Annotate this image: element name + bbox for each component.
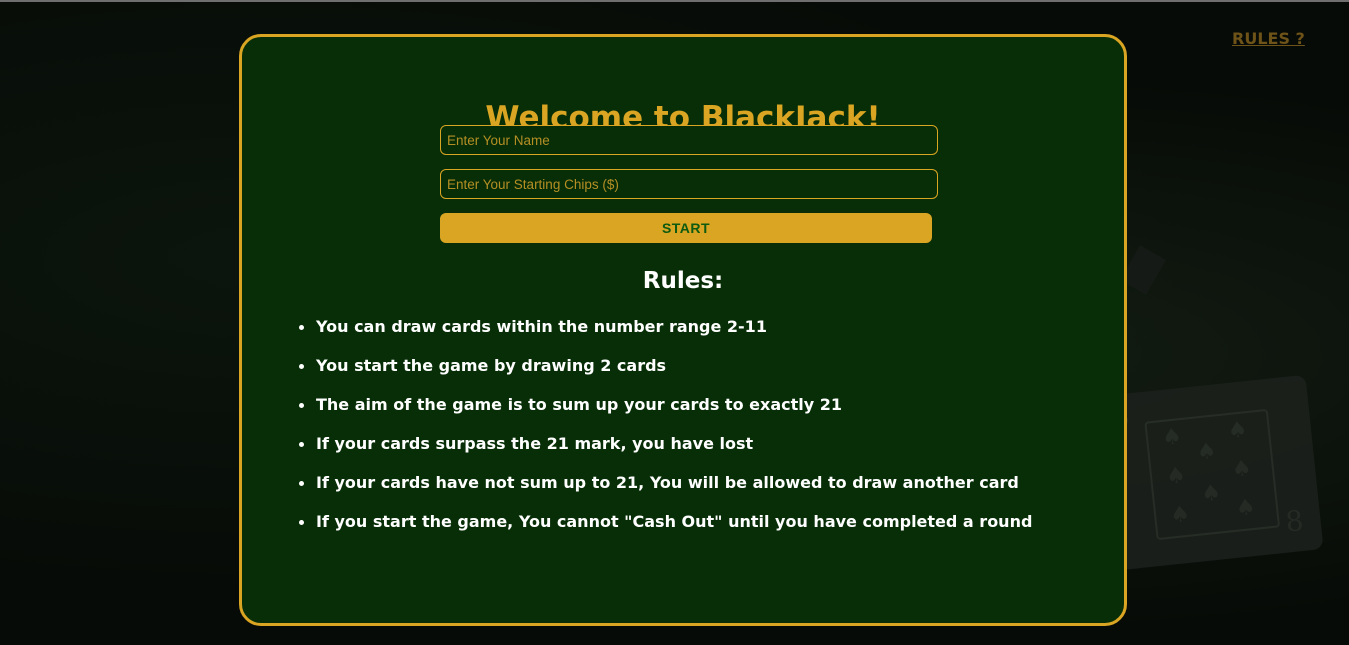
rules-link[interactable]: RULES ? xyxy=(1232,29,1305,48)
card-rank-icon: 8 xyxy=(1283,503,1306,539)
start-button[interactable]: START xyxy=(440,213,932,243)
card-face: ♠ ♠ ♠ ♠ ♠ ♠ ♠ ♠ xyxy=(1144,408,1281,541)
rule-item: The aim of the game is to sum up your ca… xyxy=(299,395,1032,434)
rules-heading: Rules: xyxy=(642,268,724,294)
rules-list: You can draw cards within the number ran… xyxy=(299,317,1032,551)
starting-chips-input[interactable] xyxy=(440,169,938,199)
top-border xyxy=(0,0,1349,2)
page-background: 8 ♠ ♠ ♠ ♠ ♠ ♠ ♠ ♠ 8 RULES ? Welcome to B… xyxy=(0,0,1349,645)
rule-item: If you start the game, You cannot "Cash … xyxy=(299,512,1032,551)
spade-icon: ♠ xyxy=(1199,480,1223,508)
spade-icon: ♠ xyxy=(1169,501,1192,529)
rule-item: If your cards surpass the 21 mark, you h… xyxy=(299,434,1032,473)
rule-item: You can draw cards within the number ran… xyxy=(299,317,1032,356)
spade-icon: ♠ xyxy=(1226,417,1249,445)
welcome-modal: Welcome to BlackJack! START Rules: You c… xyxy=(239,34,1127,626)
spade-icon: ♠ xyxy=(1195,438,1218,466)
rule-item: If your cards have not sum up to 21, You… xyxy=(299,473,1032,512)
spade-icon: ♠ xyxy=(1160,424,1184,452)
spade-icon: ♠ xyxy=(1164,462,1188,490)
spade-icon: ♠ xyxy=(1234,494,1257,522)
name-input[interactable] xyxy=(440,125,938,155)
spade-icon: ♠ xyxy=(1230,455,1253,483)
rule-item: You start the game by drawing 2 cards xyxy=(299,356,1032,395)
playing-card-icon: 8 ♠ ♠ ♠ ♠ ♠ ♠ ♠ ♠ 8 xyxy=(1101,374,1324,571)
